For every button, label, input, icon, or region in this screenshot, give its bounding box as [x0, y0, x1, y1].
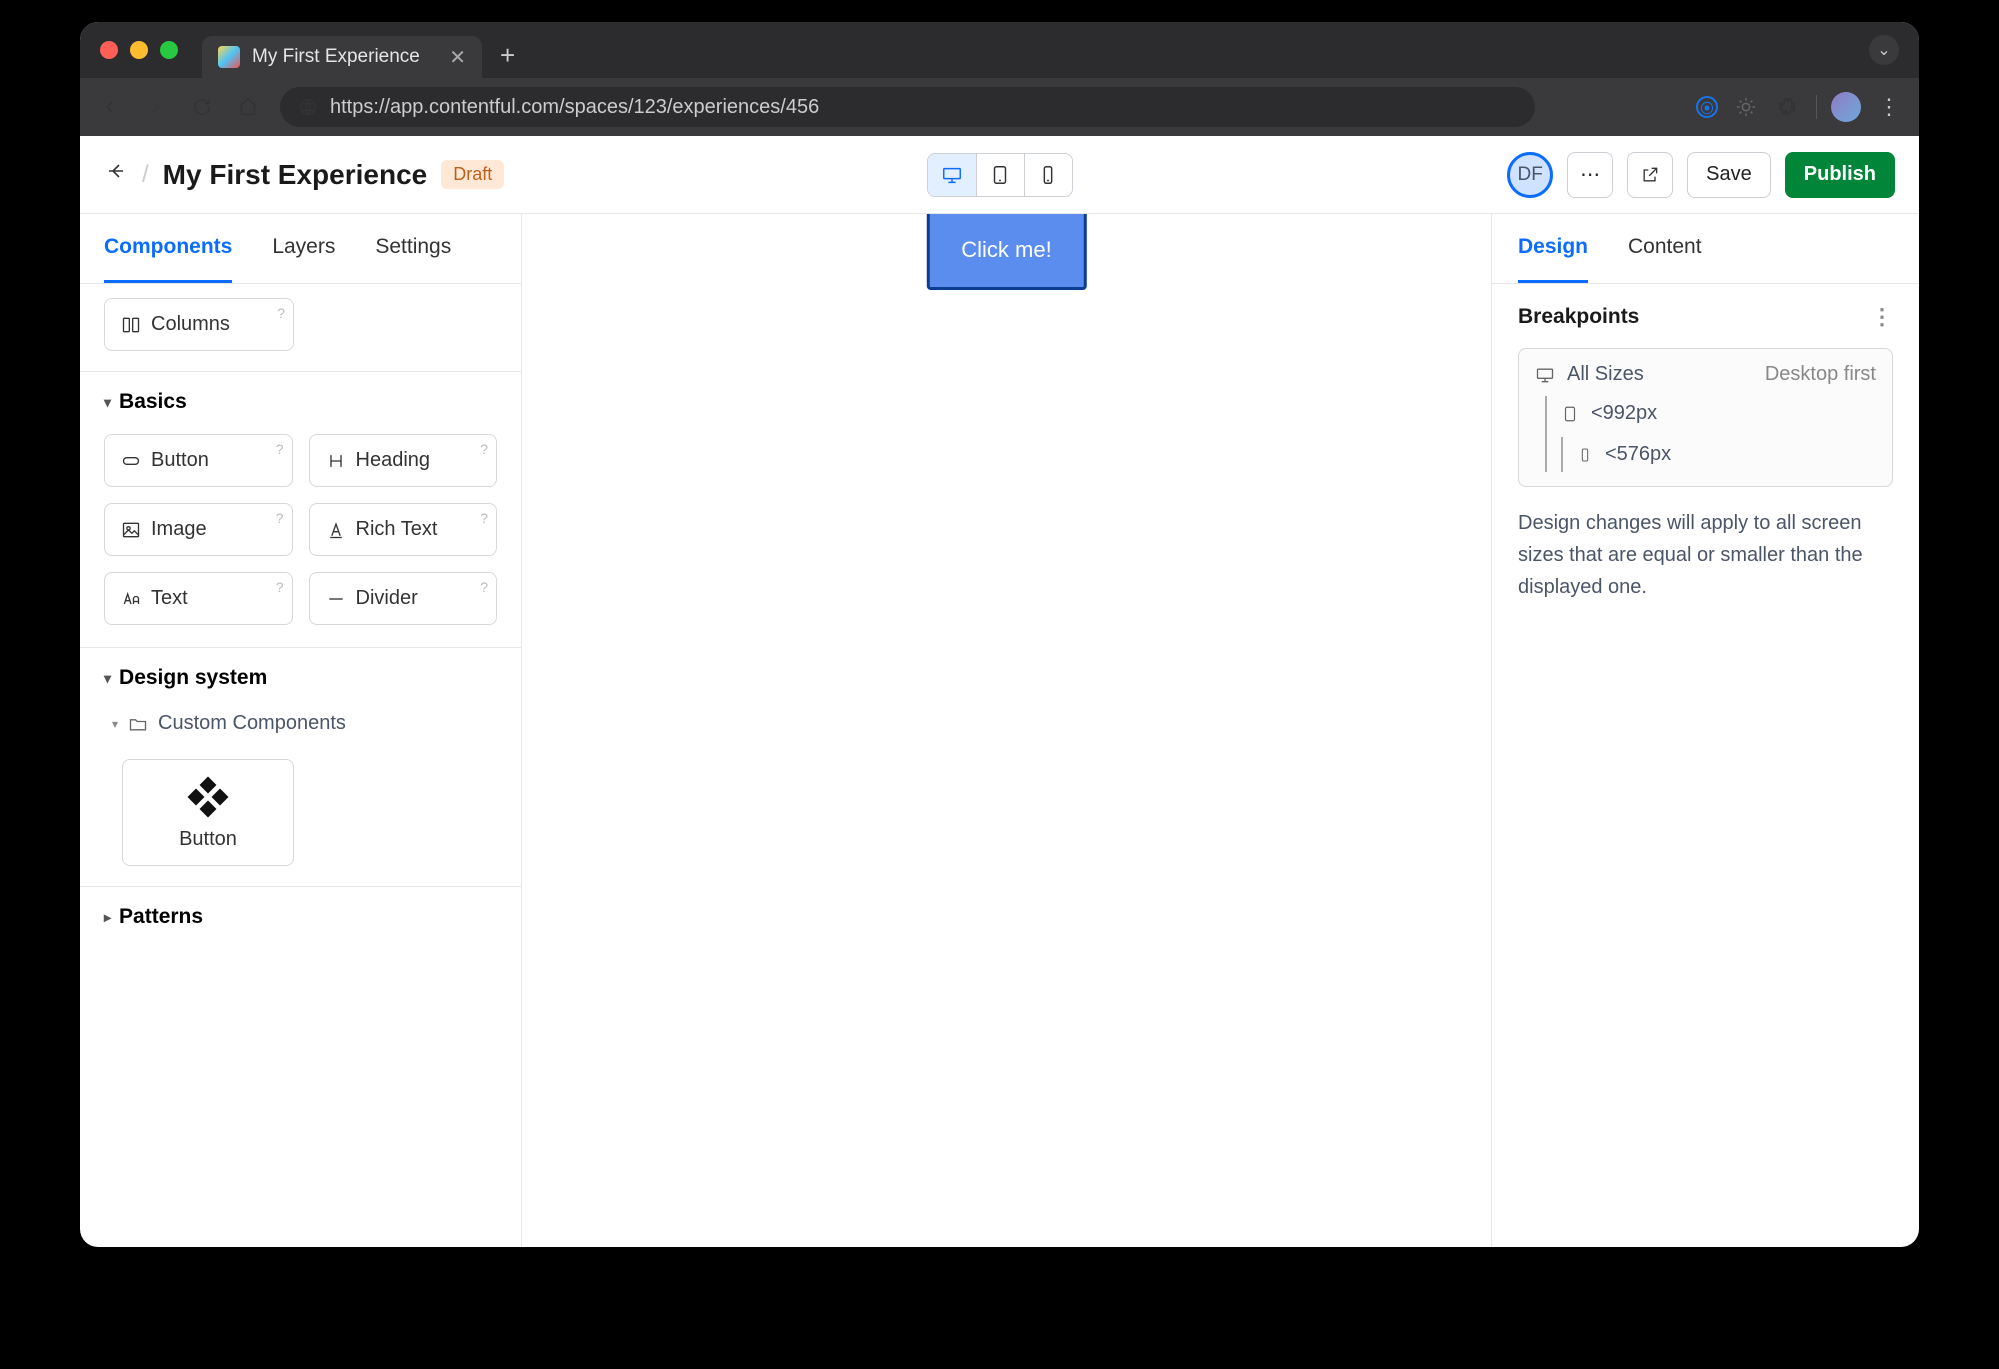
settings-extension-icon[interactable] [1732, 93, 1760, 121]
breakpoints-note: Design changes will apply to all screen … [1518, 507, 1893, 603]
window-close-button[interactable] [100, 41, 118, 59]
browser-window: My First Experience ✕ + ⌄ https://app.co… [80, 22, 1919, 1247]
canvas-button-element[interactable]: Click me! [926, 214, 1086, 290]
breakpoint-576[interactable]: <576px [1577, 437, 1876, 472]
help-icon[interactable]: ? [277, 305, 285, 321]
folder-custom-components[interactable]: ▾ Custom Components [80, 704, 521, 749]
chevron-down-icon: ▾ [104, 394, 111, 411]
page-title: My First Experience [163, 159, 428, 191]
address-bar[interactable]: https://app.contentful.com/spaces/123/ex… [280, 87, 1535, 127]
help-icon[interactable]: ? [480, 510, 488, 526]
device-desktop-button[interactable] [928, 154, 976, 196]
new-tab-button[interactable]: + [500, 40, 515, 71]
tabs-overflow-button[interactable]: ⌄ [1869, 35, 1899, 65]
home-button[interactable] [234, 93, 262, 121]
browser-titlebar: My First Experience ✕ + ⌄ [80, 22, 1919, 78]
section-patterns[interactable]: ▸ Patterns [80, 887, 521, 943]
tab-components[interactable]: Components [104, 214, 232, 283]
component-columns[interactable]: Columns ? [104, 298, 294, 351]
help-icon[interactable]: ? [276, 441, 284, 457]
extensions-icon[interactable] [1774, 93, 1802, 121]
right-panel: Design Content Breakpoints ⋮ All Sizes D… [1491, 214, 1919, 1247]
publish-button[interactable]: Publish [1785, 152, 1895, 198]
chevron-down-icon: ▾ [112, 717, 118, 731]
breakpoint-strategy: Desktop first [1765, 363, 1876, 386]
breakpoint-992[interactable]: <992px [1561, 396, 1876, 431]
site-info-icon[interactable] [298, 97, 318, 117]
device-tablet-button[interactable] [976, 154, 1024, 196]
help-icon[interactable]: ? [276, 579, 284, 595]
device-switcher [927, 153, 1073, 197]
nav-back-button[interactable] [96, 93, 124, 121]
chevron-right-icon: ▸ [104, 909, 111, 926]
section-design-system[interactable]: ▾ Design system [80, 648, 521, 704]
tab-title: My First Experience [252, 46, 420, 68]
browser-toolbar: https://app.contentful.com/spaces/123/ex… [80, 78, 1919, 136]
breakpoints-menu-button[interactable]: ⋮ [1871, 304, 1893, 330]
left-panel-tabs: Components Layers Settings [80, 214, 521, 284]
section-basics[interactable]: ▾ Basics [80, 372, 521, 428]
window-maximize-button[interactable] [160, 41, 178, 59]
onepassword-icon[interactable]: ⦿ [1696, 96, 1718, 118]
tab-close-button[interactable]: ✕ [449, 45, 466, 70]
nav-forward-button[interactable] [142, 93, 170, 121]
custom-component-button[interactable]: Button [122, 759, 294, 866]
component-image[interactable]: Image ? [104, 503, 293, 556]
save-button[interactable]: Save [1687, 152, 1771, 198]
profile-avatar-icon[interactable] [1831, 92, 1861, 122]
component-text[interactable]: Text ? [104, 572, 293, 625]
breadcrumb-separator: / [142, 161, 149, 189]
browser-tab[interactable]: My First Experience ✕ [202, 36, 482, 78]
window-minimize-button[interactable] [130, 41, 148, 59]
tab-layers[interactable]: Layers [272, 214, 335, 283]
component-divider[interactable]: Divider ? [309, 572, 498, 625]
tab-design[interactable]: Design [1518, 214, 1588, 283]
device-mobile-button[interactable] [1024, 154, 1072, 196]
component-button[interactable]: Button ? [104, 434, 293, 487]
component-heading[interactable]: Heading ? [309, 434, 498, 487]
app-body: Components Layers Settings Columns ? ▾ B… [80, 214, 1919, 1247]
breakpoints-box: All Sizes Desktop first <992px <576px [1518, 348, 1893, 487]
app-header: / My First Experience Draft DF ⋯ Save Pu… [80, 136, 1919, 214]
tab-content[interactable]: Content [1628, 214, 1702, 283]
url-text: https://app.contentful.com/spaces/123/ex… [330, 96, 819, 119]
component-rich-text[interactable]: Rich Text ? [309, 503, 498, 556]
help-icon[interactable]: ? [480, 579, 488, 595]
custom-component-icon [191, 780, 225, 814]
breakpoint-all-sizes[interactable]: All Sizes Desktop first [1535, 363, 1876, 386]
left-panel: Components Layers Settings Columns ? ▾ B… [80, 214, 522, 1247]
right-panel-tabs: Design Content [1492, 214, 1919, 284]
tab-favicon [218, 46, 240, 68]
chevron-down-icon: ▾ [104, 670, 111, 687]
back-arrow-button[interactable] [104, 159, 128, 190]
user-avatar[interactable]: DF [1507, 152, 1553, 198]
canvas-area[interactable]: Click me! [522, 214, 1491, 1247]
help-icon[interactable]: ? [276, 510, 284, 526]
reload-button[interactable] [188, 93, 216, 121]
status-badge: Draft [441, 160, 504, 189]
more-actions-button[interactable]: ⋯ [1567, 152, 1613, 198]
open-external-button[interactable] [1627, 152, 1673, 198]
help-icon[interactable]: ? [480, 441, 488, 457]
browser-menu-button[interactable]: ⋮ [1875, 93, 1903, 121]
breakpoints-heading: Breakpoints ⋮ [1518, 304, 1893, 330]
tab-settings[interactable]: Settings [375, 214, 451, 283]
traffic-lights [100, 41, 178, 59]
